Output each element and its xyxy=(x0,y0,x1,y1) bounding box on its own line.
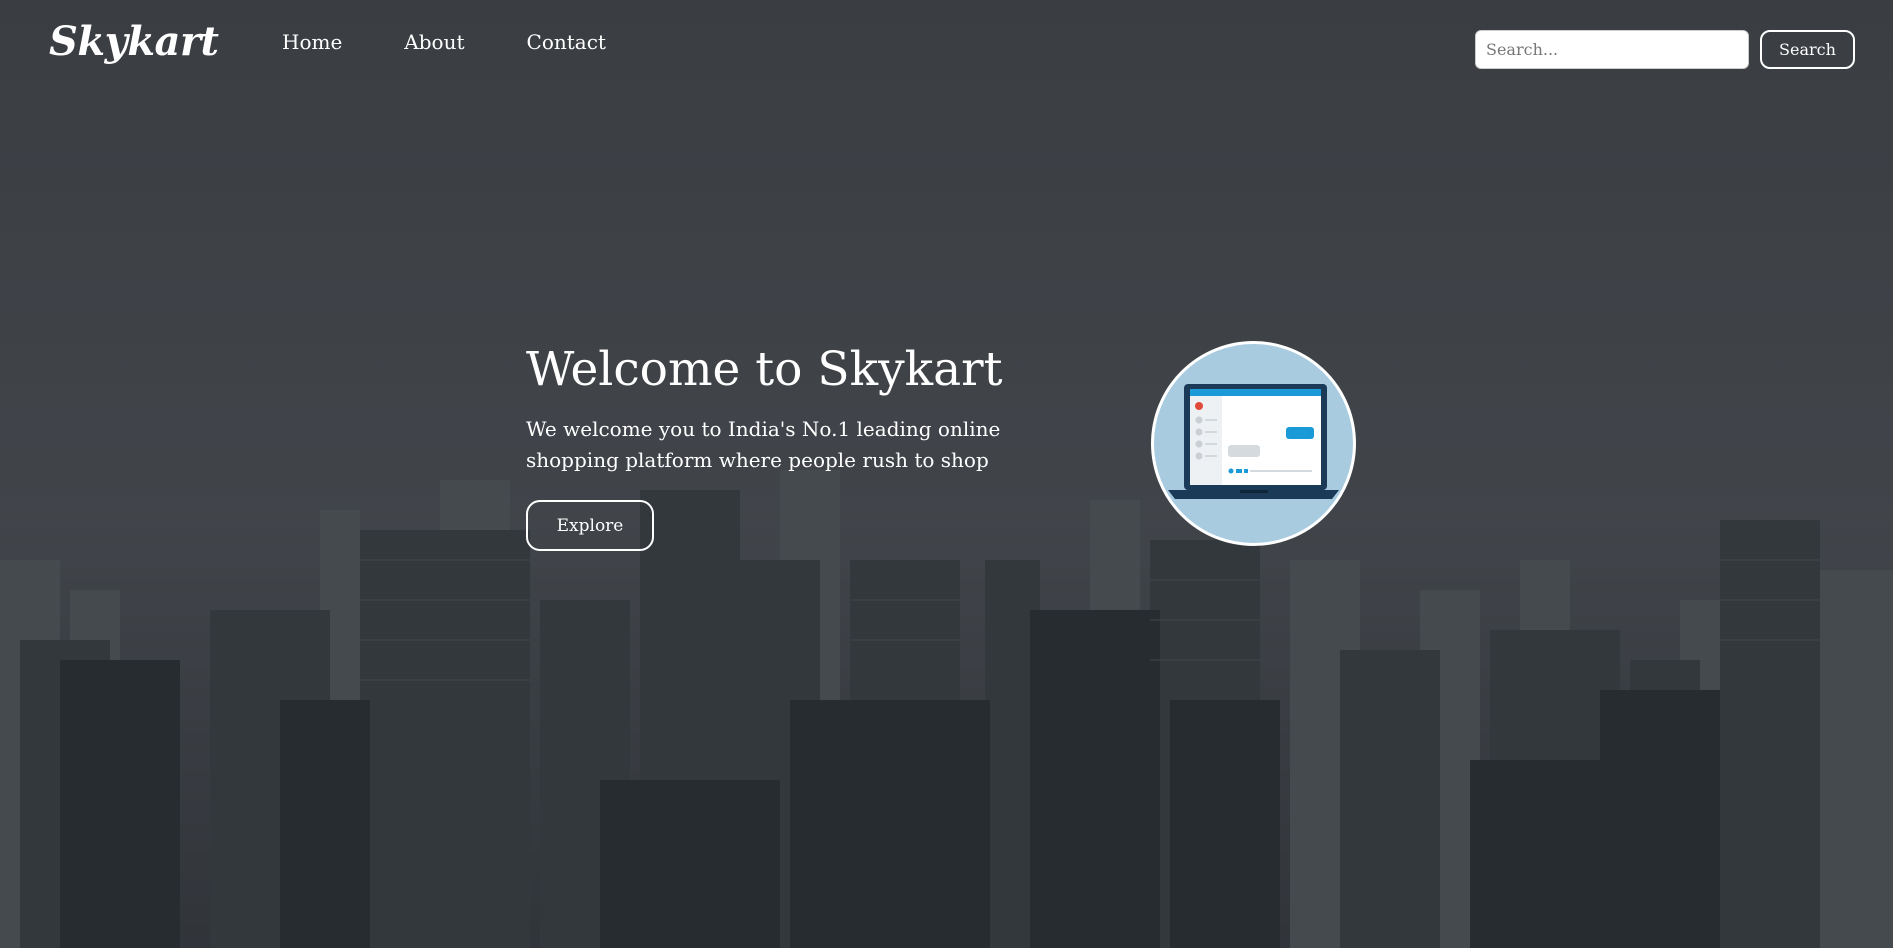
laptop-illustration-icon xyxy=(1168,384,1339,499)
nav-contact-link[interactable]: Contact xyxy=(527,30,606,54)
explore-button[interactable]: Explore xyxy=(526,500,654,551)
nav-home-link[interactable]: Home xyxy=(282,30,342,54)
nav-about-link[interactable]: About xyxy=(404,30,464,54)
brand-logo[interactable]: Skykart xyxy=(49,18,219,65)
page: Skykart Home About Contact Search Welcom… xyxy=(0,0,1893,948)
navbar: Skykart Home About Contact Search xyxy=(0,0,1893,95)
nav-links: Home About Contact xyxy=(282,30,668,54)
hero-description: We welcome you to India's No.1 leading o… xyxy=(526,417,1001,472)
search-button[interactable]: Search xyxy=(1760,30,1855,69)
search-input[interactable] xyxy=(1475,30,1749,69)
hero-title: Welcome to Skykart xyxy=(526,342,1003,397)
hero-image xyxy=(1151,341,1356,546)
